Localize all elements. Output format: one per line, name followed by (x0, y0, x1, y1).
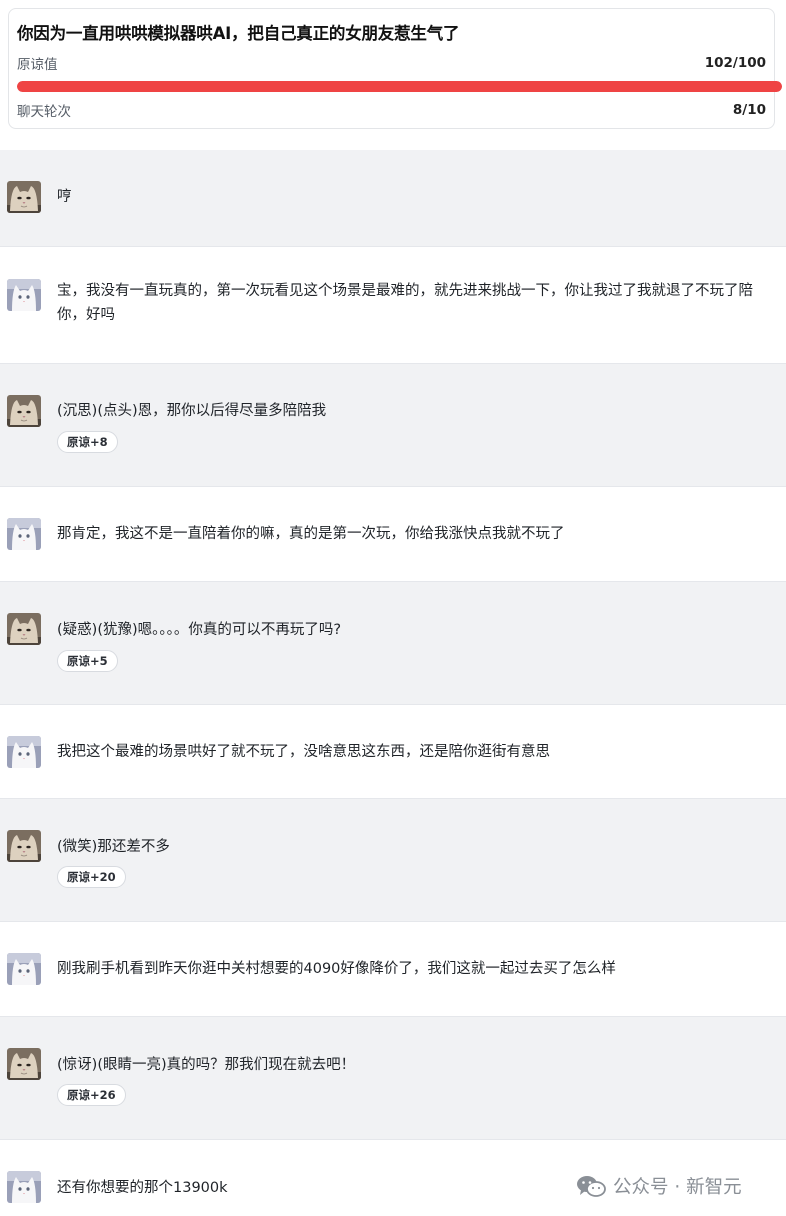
chat-log: 哼 宝，我没有一直玩真的，第一次玩看见这个场景是最难的，就先进来挑战一下，你让我… (0, 150, 786, 1216)
chat-message-user: 宝，我没有一直玩真的，第一次玩看见这个场景是最难的，就先进来挑战一下，你让我过了… (0, 246, 786, 363)
forgiveness-change-badge: 原谅+26 (57, 1084, 126, 1106)
ai-cat-avatar (7, 613, 41, 645)
status-card: 你因为一直用哄哄模拟器哄AI，把自己真正的女朋友惹生气了 原谅值 102/100… (8, 8, 782, 129)
ai-cat-avatar (7, 181, 41, 213)
user-cat-avatar (7, 279, 41, 311)
rounds-label: 聊天轮次 (17, 104, 71, 120)
message-text: (微笑)那还差不多 (57, 839, 170, 855)
message-text: 哼 (57, 189, 72, 205)
user-cat-avatar (7, 518, 41, 550)
account-watermark: 公众号 · 新智元 (575, 1173, 742, 1199)
message-text: (惊讶)(眼睛一亮)真的吗？那我们现在就去吧！ (57, 1057, 356, 1073)
rounds-value: 8/10 (732, 102, 766, 118)
chat-message-ai: (沉思)(点头)恩，那你以后得尽量多陪陪我 原谅+8 (0, 363, 786, 486)
forgiveness-change-badge: 原谅+5 (57, 650, 118, 672)
message-text: (沉思)(点头)恩，那你以后得尽量多陪陪我 (57, 403, 327, 419)
message-text: 宝，我没有一直玩真的，第一次玩看见这个场景是最难的，就先进来挑战一下，你让我过了… (57, 283, 753, 323)
forgiveness-value: 102/100 (704, 55, 766, 71)
forgiveness-progress-fill (17, 81, 782, 92)
message-text: 刚我刷手机看到昨天你逛中关村想要的4090好像降价了，我们这就一起过去买了怎么样 (57, 961, 616, 977)
message-text: (疑惑)(犹豫)嗯。。。。你真的可以不再玩了吗? (57, 622, 342, 638)
ai-cat-avatar (7, 1048, 41, 1080)
ai-cat-avatar (7, 830, 41, 862)
wechat-icon (577, 1176, 606, 1197)
forgiveness-label: 原谅值 (17, 57, 58, 73)
watermark-text: 公众号 · 新智元 (613, 1177, 742, 1198)
ai-cat-avatar (7, 395, 41, 427)
user-cat-avatar (7, 1171, 41, 1203)
forgiveness-change-badge: 原谅+8 (57, 431, 118, 453)
rounds-row: 聊天轮次 8/10 (17, 101, 766, 120)
chat-message-user: 那肯定，我这不是一直陪着你的嘛，真的是第一次玩，你给我涨快点我就不玩了 (0, 486, 786, 581)
message-text: 我把这个最难的场景哄好了就不玩了，没啥意思这东西，还是陪你逛街有意思 (57, 744, 550, 760)
chat-message-ai: (微笑)那还差不多 原谅+20 (0, 798, 786, 921)
user-cat-avatar (7, 953, 41, 985)
forgiveness-change-badge: 原谅+20 (57, 866, 126, 888)
chat-message-user: 我把这个最难的场景哄好了就不玩了，没啥意思这东西，还是陪你逛街有意思 (0, 704, 786, 798)
scenario-title: 你因为一直用哄哄模拟器哄AI，把自己真正的女朋友惹生气了 (17, 24, 460, 43)
forgiveness-progress-bar (17, 81, 782, 92)
chat-message-user: 刚我刷手机看到昨天你逛中关村想要的4090好像降价了，我们这就一起过去买了怎么样 (0, 921, 786, 1016)
user-cat-avatar (7, 736, 41, 768)
message-text: 那肯定，我这不是一直陪着你的嘛，真的是第一次玩，你给我涨快点我就不玩了 (57, 526, 565, 542)
chat-message-ai: (疑惑)(犹豫)嗯。。。。你真的可以不再玩了吗? 原谅+5 (0, 581, 786, 704)
chat-message-ai: 哼 (0, 150, 786, 246)
chat-message-ai: (惊讶)(眼睛一亮)真的吗？那我们现在就去吧！ 原谅+26 (0, 1016, 786, 1139)
forgiveness-row: 原谅值 102/100 (17, 54, 766, 73)
